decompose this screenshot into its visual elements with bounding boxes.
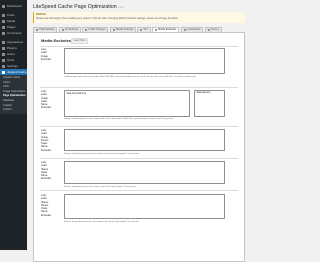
settings-icon xyxy=(2,65,5,68)
page-icon xyxy=(2,26,5,29)
label-line: Excludes xyxy=(41,177,51,180)
sidebar-submenu: Jetpack Cache Cache CDN Image Optimizati… xyxy=(0,75,27,114)
settings-panel: Media Excludes Learn More Lazy Load Imag… xyxy=(33,32,245,262)
field-description: Listed images will not be lazy loaded. B… xyxy=(64,76,229,79)
sidebar-item-label: Pages xyxy=(7,25,16,29)
field-description-text: Iframes having these parent class names … xyxy=(64,221,140,223)
page-title-text: LiteSpeed Cache Page Optimization xyxy=(33,4,117,10)
label-line: Excludes xyxy=(41,106,51,109)
admin-sidebar: Dashboard Posts Media Pages Comments App… xyxy=(0,0,27,250)
pin-icon xyxy=(2,14,5,17)
plugin-icon xyxy=(2,47,5,50)
notice-banner: NOTICE Please test thoroughly when enabl… xyxy=(33,12,245,23)
field-label-lazy-load-image-parent-class-excludes: Lazy Load Image Parent Class Name Exclud… xyxy=(41,129,51,152)
sidebar-item-label: Settings xyxy=(7,64,18,68)
lazy-load-iframe-parent-class-excludes-textarea[interactable] xyxy=(64,194,225,219)
sidebar-item-label: Tools xyxy=(7,58,14,62)
field-description: Iframes containing these class names wil… xyxy=(64,186,229,189)
field-label-lazy-load-image-excludes: Lazy Load Image Excludes xyxy=(41,48,51,61)
field-description-text: Images having these parent class names w… xyxy=(64,153,140,155)
field-description-text: Iframes containing these class names wil… xyxy=(64,186,136,188)
lazy-load-image-parent-class-excludes-textarea[interactable] xyxy=(64,129,225,151)
dashboard-icon xyxy=(2,5,5,8)
field-description: Iframes having these parent class names … xyxy=(64,221,229,224)
brush-icon xyxy=(2,41,5,44)
jetpack-icon xyxy=(2,71,5,74)
sidebar-item-label: Users xyxy=(7,52,15,56)
field-description: Images containing these class names will… xyxy=(64,118,229,121)
field-description: Images having these parent class names w… xyxy=(64,153,229,156)
sidebar-item-label: Posts xyxy=(7,13,15,17)
media-icon xyxy=(2,20,5,23)
learn-more-link[interactable]: Learn More xyxy=(71,38,88,44)
main-content: LiteSpeed Cache Page Optimization v 4.x … xyxy=(27,0,250,250)
version-label: v 4.x xyxy=(118,6,123,9)
notice-text: Please test thoroughly when enabling any… xyxy=(36,17,243,20)
user-icon xyxy=(2,53,5,56)
sidebar-item-label: Media xyxy=(7,19,15,23)
field-label-lazy-load-iframe-class-excludes: Lazy Load Iframe Class Name Excludes xyxy=(41,161,51,181)
label-line: Excludes xyxy=(41,149,51,152)
sidebar-item-label: Jetpack Cache xyxy=(7,70,27,74)
sidebar-item-label: Comments xyxy=(7,31,22,35)
field-description-text: Listed images will not be lazy loaded. B… xyxy=(64,76,196,78)
sidebar-item-label: Dashboard xyxy=(7,4,22,8)
label-line: Excludes xyxy=(41,214,51,217)
notice-title: NOTICE xyxy=(36,13,243,16)
wrench-icon xyxy=(2,59,5,62)
field-description-text: Images containing these class names will… xyxy=(64,118,174,120)
submenu-item-toolbox[interactable]: Toolbox xyxy=(0,108,27,113)
label-line: Excludes xyxy=(41,58,51,61)
lazy-load-iframe-class-excludes-textarea[interactable] xyxy=(64,161,225,184)
field-label-lazy-load-iframe-parent-class-excludes: Lazy Load Iframe Parent Class Name Exclu… xyxy=(41,194,51,217)
comment-icon xyxy=(2,32,5,35)
lazy-load-image-class-excludes-textarea[interactable]: data-lazyload-img xyxy=(64,90,190,117)
lazy-load-image-excludes-textarea[interactable] xyxy=(64,48,225,74)
sidebar-item-label: Plugins xyxy=(7,46,17,50)
section-title: Media Excludes xyxy=(41,38,71,43)
field-label-lazy-load-image-class-excludes: Lazy Load Image Class Name Excludes xyxy=(41,90,51,110)
default-values-textarea: data-skip-lazy xyxy=(194,90,225,117)
page-title: LiteSpeed Cache Page Optimization v 4.x xyxy=(33,4,124,10)
sidebar-item-label: Appearance xyxy=(7,40,23,44)
